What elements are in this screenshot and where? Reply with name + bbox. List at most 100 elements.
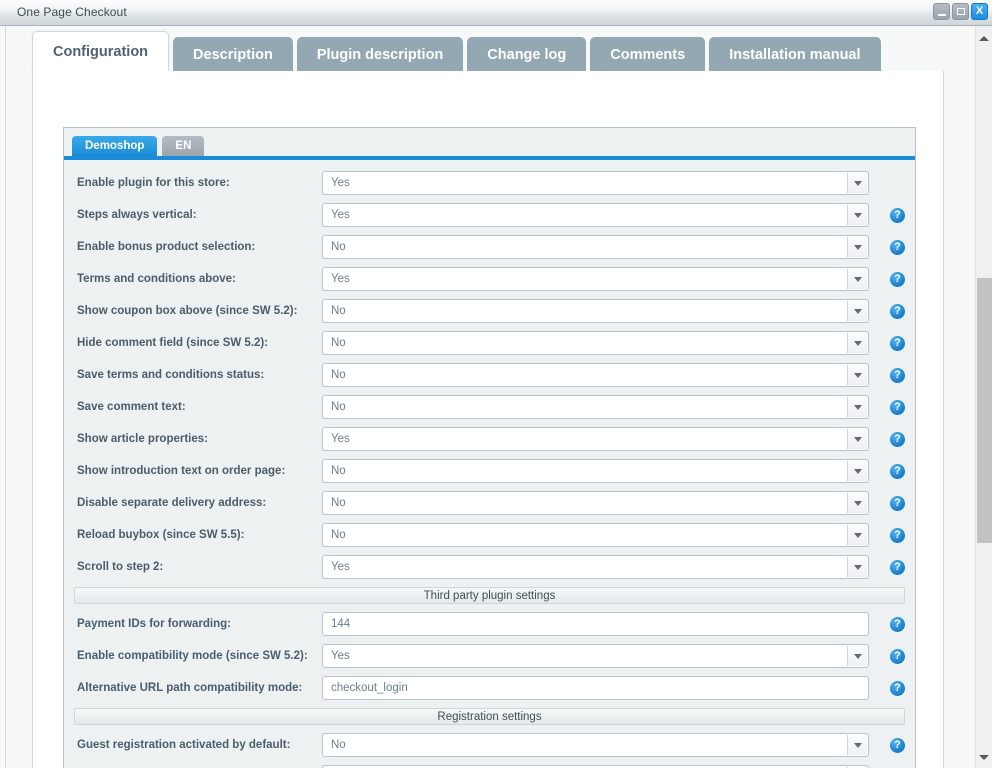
maximize-button[interactable] — [952, 3, 969, 20]
minimize-icon — [937, 13, 946, 16]
select-save-terms-and-conditions-status[interactable]: No — [322, 363, 869, 387]
tab-configuration[interactable]: Configuration — [32, 31, 170, 72]
field-value: No — [331, 369, 346, 381]
select-save-comment-text[interactable]: No — [322, 395, 869, 419]
label-guest-registration-activated-by-default: Guest registration activated by default: — [77, 739, 291, 751]
chevron-down-icon[interactable] — [847, 525, 867, 545]
chevron-down-icon[interactable] — [847, 493, 867, 513]
help-icon[interactable]: ? — [890, 207, 905, 223]
chevron-down-icon[interactable] — [847, 461, 867, 481]
settings-row: Enable plugin for this store: Yes — [64, 167, 915, 199]
chevron-down-icon[interactable] — [847, 557, 867, 577]
help-icon[interactable]: ? — [890, 367, 905, 383]
label-enable-bonus-product-selection: Enable bonus product selection: — [77, 241, 256, 253]
select-enable-bonus-product-selection[interactable]: No — [322, 235, 869, 259]
shop-tab-en[interactable]: EN — [162, 136, 205, 156]
tab-label: Description — [193, 46, 273, 63]
field-value: Yes — [331, 561, 350, 573]
settings-row: Scroll to step 2: Yes? — [64, 551, 915, 583]
select-hide-comment-field-since-sw-5-2[interactable]: No — [322, 331, 869, 355]
vertical-scrollbar[interactable] — [975, 26, 992, 768]
chevron-down-icon[interactable] — [847, 429, 867, 449]
label-disable-separate-delivery-address: Disable separate delivery address: — [77, 497, 267, 509]
label-show-coupon-box-above-since-sw-5-2: Show coupon box above (since SW 5.2): — [77, 305, 298, 317]
settings-form-box: Demoshop EN Enable plugin for this store:… — [63, 127, 916, 768]
settings-row: Payment IDs for forwarding: 144? — [64, 608, 915, 640]
help-icon[interactable]: ? — [890, 303, 905, 319]
chevron-down-icon[interactable] — [847, 735, 867, 755]
tab-change-log[interactable]: Change log — [467, 37, 587, 72]
help-icon[interactable]: ? — [890, 271, 905, 287]
select-show-introduction-text-on-order-page[interactable]: No — [322, 459, 869, 483]
help-icon[interactable]: ? — [890, 239, 905, 255]
configuration-panel: Demoshop EN Enable plugin for this store:… — [32, 71, 944, 768]
close-icon: X — [975, 5, 984, 17]
label-steps-always-vertical: Steps always vertical: — [77, 209, 197, 221]
field-value: No — [331, 529, 346, 541]
settings-row: Steps always vertical: Yes? — [64, 199, 915, 231]
chevron-down-icon[interactable] — [847, 646, 867, 666]
label-enable-compatibility-mode-since-sw-5-2: Enable compatibility mode (since SW 5.2)… — [77, 650, 308, 662]
scrollbar-thumb[interactable] — [977, 278, 992, 543]
chevron-down-icon[interactable] — [847, 173, 867, 193]
tab-description[interactable]: Description — [173, 37, 293, 72]
tab-installation-manual[interactable]: Installation manual — [709, 37, 881, 72]
scroll-down-arrow-icon[interactable] — [976, 749, 992, 766]
help-icon[interactable]: ? — [890, 680, 905, 696]
help-icon[interactable]: ? — [890, 463, 905, 479]
field-value: No — [331, 305, 346, 317]
chevron-down-icon[interactable] — [847, 397, 867, 417]
select-disable-separate-delivery-address[interactable]: No — [322, 491, 869, 515]
scroll-up-arrow-icon[interactable] — [976, 30, 992, 47]
select-steps-always-vertical[interactable]: Yes — [322, 203, 869, 227]
settings-row: Alternative URL path compatibility mode:… — [64, 672, 915, 704]
help-icon[interactable]: ? — [890, 616, 905, 632]
field-value: Yes — [331, 209, 350, 221]
chevron-down-icon[interactable] — [847, 237, 867, 257]
select-reload-buybox-since-sw-5-5[interactable]: No — [322, 523, 869, 547]
tab-label: Change log — [487, 46, 567, 63]
close-button[interactable]: X — [971, 3, 988, 20]
settings-row: Show coupon box above (since SW 5.2): No? — [64, 295, 915, 327]
settings-row: Reload buybox (since SW 5.5): No? — [64, 519, 915, 551]
help-icon[interactable]: ? — [890, 399, 905, 415]
tab-plugin-description[interactable]: Plugin description — [296, 37, 464, 72]
label-reload-buybox-since-sw-5-5: Reload buybox (since SW 5.5): — [77, 529, 245, 541]
select-guest-registration-activated-by-default[interactable]: No — [322, 733, 869, 757]
chevron-down-icon[interactable] — [847, 269, 867, 289]
help-icon[interactable]: ? — [890, 335, 905, 351]
tab-label: Comments — [610, 46, 686, 63]
settings-row: Enable bonus product selection: No? — [64, 231, 915, 263]
help-icon[interactable]: ? — [890, 527, 905, 543]
select-enable-plugin-for-this-store[interactable]: Yes — [322, 171, 869, 195]
section-header-label: Third party plugin settings — [423, 589, 556, 602]
tab-label: Installation manual — [729, 46, 861, 63]
minimize-button[interactable] — [933, 3, 950, 20]
chevron-down-icon[interactable] — [847, 301, 867, 321]
chevron-down-icon[interactable] — [847, 333, 867, 353]
shop-tab-demoshop[interactable]: Demoshop — [72, 136, 158, 156]
chevron-down-icon[interactable] — [847, 365, 867, 385]
settings-row: Disable separate delivery address: No? — [64, 487, 915, 519]
input-alternative-url-path-compatibility-mode[interactable]: checkout_login — [322, 676, 869, 700]
input-payment-ids-for-forwarding[interactable]: 144 — [322, 612, 869, 636]
label-scroll-to-step-2: Scroll to step 2: — [77, 561, 164, 573]
label-hide-comment-field-since-sw-5-2: Hide comment field (since SW 5.2): — [77, 337, 269, 349]
chevron-down-icon[interactable] — [847, 205, 867, 225]
select-scroll-to-step-2[interactable]: Yes — [322, 555, 869, 579]
select-show-article-properties[interactable]: Yes — [322, 427, 869, 451]
help-icon[interactable]: ? — [890, 737, 905, 753]
settings-row: Save terms and conditions status: No? — [64, 359, 915, 391]
select-enable-compatibility-mode-since-sw-5-2[interactable]: Yes — [322, 644, 869, 668]
settings-row: Registration before login:Yes? — [64, 761, 915, 768]
help-icon[interactable]: ? — [890, 559, 905, 575]
help-icon[interactable]: ? — [890, 495, 905, 511]
help-icon[interactable]: ? — [890, 648, 905, 664]
select-show-coupon-box-above-since-sw-5-2[interactable]: No — [322, 299, 869, 323]
help-icon[interactable]: ? — [890, 431, 905, 447]
main-tabstrip: Configuration Description Plugin descripti… — [32, 31, 881, 72]
select-terms-and-conditions-above[interactable]: Yes — [322, 267, 869, 291]
tab-label: Configuration — [53, 44, 149, 60]
field-value: Yes — [331, 433, 350, 445]
tab-comments[interactable]: Comments — [590, 37, 706, 72]
